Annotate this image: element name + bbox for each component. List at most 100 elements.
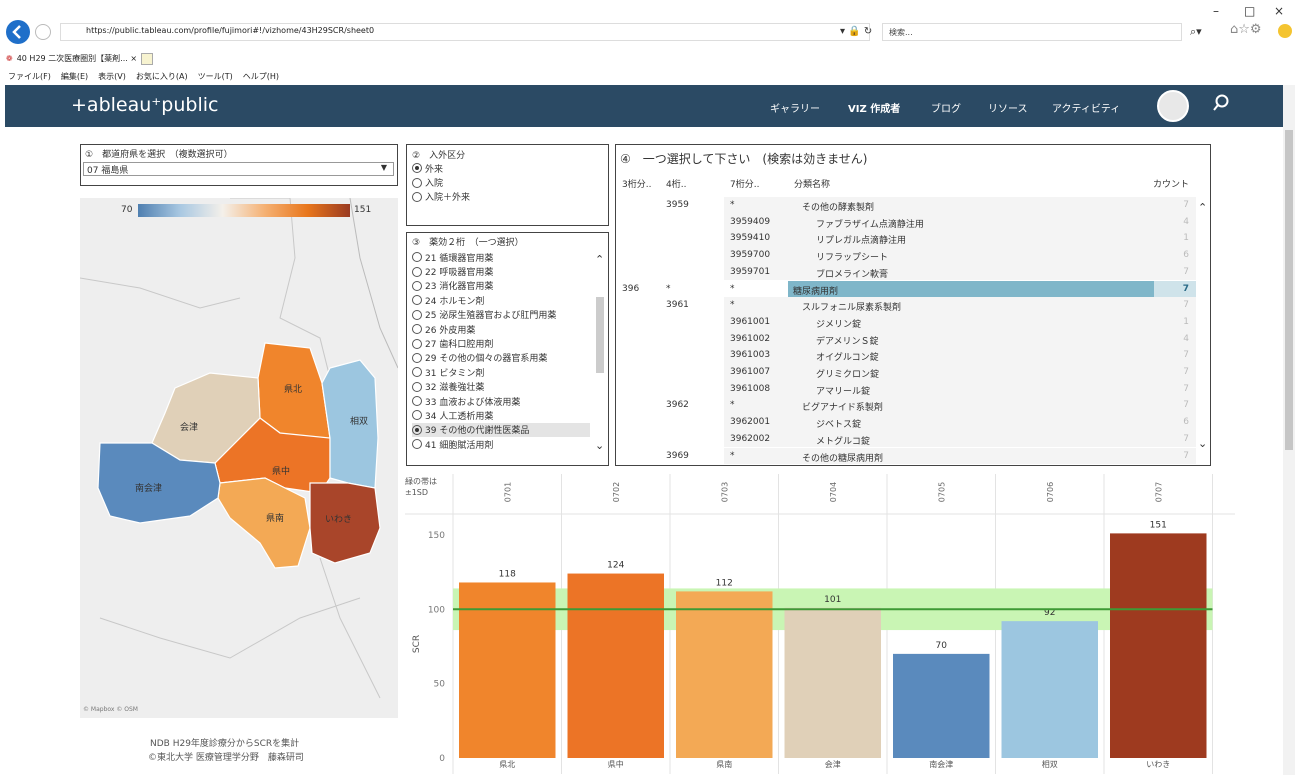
drug-efficacy-option[interactable]: 41 細胞賦活用剤: [412, 437, 590, 451]
scroll-up-icon[interactable]: ⌃: [1198, 201, 1207, 214]
menu-item[interactable]: ファイル(F): [8, 71, 51, 82]
drug-efficacy-option[interactable]: 26 外皮用薬: [412, 322, 590, 336]
drug-efficacy-option[interactable]: 23 消化器官用薬: [412, 279, 590, 293]
bar[interactable]: [784, 607, 882, 758]
radio-icon[interactable]: [412, 439, 422, 450]
drug-efficacy-option[interactable]: 32 滋養強壮薬: [412, 380, 590, 394]
in-out-option[interactable]: 入院＋外来: [412, 190, 603, 204]
col-7digit[interactable]: 7桁分..: [730, 177, 759, 190]
table-scrollbar[interactable]: ⌃ ⌄: [1196, 197, 1210, 465]
home-star-gear-icons[interactable]: ⌂☆⚙: [1230, 22, 1262, 37]
radio-icon[interactable]: [412, 191, 422, 202]
col-count[interactable]: カウント: [1153, 177, 1189, 190]
maximize-icon[interactable]: □: [1244, 4, 1255, 18]
cell-classname: 糖尿病用剤: [793, 286, 839, 297]
scroll-down-icon[interactable]: ⌄: [1198, 437, 1207, 450]
drug-efficacy-option[interactable]: 25 泌尿生殖器官および肛門用薬: [412, 308, 590, 322]
bar[interactable]: [893, 653, 990, 758]
drug-efficacy-option[interactable]: 33 血液および体液用薬: [412, 394, 590, 408]
radio-icon[interactable]: [412, 309, 422, 320]
forward-button-icon[interactable]: [35, 24, 51, 40]
table-row[interactable]: 3969 * その他の糖尿病用剤 7: [616, 447, 1196, 465]
bar[interactable]: [567, 573, 665, 758]
drug-efficacy-option[interactable]: 22 呼吸器官用薬: [412, 264, 590, 278]
table-row[interactable]: 3959410 リプレガル点滴静注用 1: [616, 230, 1196, 248]
table-row[interactable]: 3961001 ジメリン錠 1: [616, 313, 1196, 331]
tableau-header: +ableau⁺public ギャラリー VIZ 作成者 ブログ リソース アク…: [5, 85, 1283, 127]
radio-icon[interactable]: [412, 338, 422, 349]
nav-activity[interactable]: アクティビティ: [1052, 100, 1120, 115]
table-row[interactable]: 3959700 リフラップシート 6: [616, 247, 1196, 264]
scroll-up-icon[interactable]: ⌃: [595, 253, 604, 266]
col-classname[interactable]: 分類名称: [794, 177, 830, 190]
table-row[interactable]: 3961002 デアメリンＳ錠 4: [616, 330, 1196, 348]
table-row[interactable]: 3959409 ファブラザイム点滴静注用 4: [616, 213, 1196, 231]
radio-icon[interactable]: [412, 352, 422, 363]
minimize-icon[interactable]: –: [1213, 4, 1219, 18]
drug-efficacy-option[interactable]: 27 歯科口腔用剤: [412, 336, 590, 350]
table-row[interactable]: 3959701 ブロメライン軟膏 7: [616, 263, 1196, 281]
browser-search-input[interactable]: 検索...: [882, 23, 1182, 41]
scroll-thumb[interactable]: [596, 297, 604, 373]
browser-tab[interactable]: ❁ 40 H29 二次医療圏別【薬剤... ×: [6, 50, 206, 67]
menu-item[interactable]: ヘルプ(H): [243, 71, 279, 82]
radio-icon[interactable]: [412, 177, 422, 188]
radio-icon[interactable]: [412, 324, 422, 335]
col-3digit[interactable]: 3桁分..: [622, 177, 651, 190]
cell-classname: リフラップシート: [816, 253, 889, 264]
page-scrollbar-thumb[interactable]: [1285, 130, 1293, 450]
bar[interactable]: [1110, 533, 1207, 758]
radio-icon[interactable]: [412, 367, 422, 378]
avatar[interactable]: [1157, 90, 1189, 122]
tableau-public-logo[interactable]: +ableau⁺public: [71, 94, 218, 116]
bar[interactable]: [676, 591, 773, 758]
table-row[interactable]: 3961007 グリミクロン錠 7: [616, 364, 1196, 381]
search-icon[interactable]: ⌕▾: [1190, 25, 1202, 39]
table-row[interactable]: 3961003 オイグルコン錠 7: [616, 347, 1196, 364]
drug-efficacy-option[interactable]: 29 その他の個々の器官系用薬: [412, 351, 590, 365]
drug-efficacy-option[interactable]: 39 その他の代謝性医薬品: [412, 422, 590, 438]
drug-efficacy-option[interactable]: 34 人工透析用薬: [412, 408, 590, 422]
map-region[interactable]: [217, 477, 311, 569]
menu-item[interactable]: 編集(E): [61, 71, 88, 82]
radio-icon[interactable]: [412, 410, 422, 421]
table-row[interactable]: 3962001 ジベトス錠 6: [616, 414, 1196, 431]
in-out-option[interactable]: 入院: [412, 175, 603, 189]
nav-viz-authors[interactable]: VIZ 作成者: [848, 100, 900, 115]
drug-efficacy-option[interactable]: 31 ビタミン剤: [412, 365, 590, 379]
radio-icon[interactable]: [412, 396, 422, 407]
nav-resources[interactable]: リソース: [988, 100, 1028, 115]
in-out-option[interactable]: 外来: [412, 161, 603, 175]
table-row[interactable]: 3962 * ビグアナイド系製剤 7: [616, 397, 1196, 415]
radio-icon[interactable]: [412, 280, 422, 291]
nav-gallery[interactable]: ギャラリー: [770, 100, 820, 115]
close-icon[interactable]: ×: [1274, 4, 1284, 18]
radio-icon[interactable]: [412, 424, 422, 435]
menu-item[interactable]: 表示(V): [98, 71, 126, 82]
nav-blog[interactable]: ブログ: [931, 100, 961, 115]
drug-efficacy-option[interactable]: 21 循環器官用薬: [412, 250, 590, 264]
filter3-scrollbar[interactable]: ⌃ ⌄: [594, 253, 606, 461]
radio-icon[interactable]: [412, 381, 422, 392]
radio-icon[interactable]: [412, 295, 422, 306]
table-row[interactable]: 3962002 メトグルコ錠 7: [616, 430, 1196, 448]
table-row[interactable]: 3961008 アマリール錠 7: [616, 380, 1196, 398]
col-4digit[interactable]: 4桁..: [666, 177, 686, 190]
table-row[interactable]: 3959 * その他の酵素製剤 7: [616, 197, 1196, 214]
smiley-icon[interactable]: [1278, 24, 1292, 38]
refresh-icon[interactable]: ▾ 🔒 ↻: [840, 26, 872, 37]
prefecture-dropdown[interactable]: 07 福島県 ▼: [83, 162, 394, 176]
back-button-icon[interactable]: [6, 20, 30, 44]
table-row[interactable]: 3961 * スルフォニル尿素系製剤 7: [616, 297, 1196, 314]
table-row[interactable]: 396 * * 糖尿病用剤 7: [616, 280, 1196, 298]
scroll-down-icon[interactable]: ⌄: [595, 439, 604, 452]
radio-icon[interactable]: [412, 266, 422, 277]
radio-icon[interactable]: [412, 252, 422, 263]
menu-item[interactable]: お気に入り(A): [136, 71, 188, 82]
menu-item[interactable]: ツール(T): [198, 71, 233, 82]
search-icon[interactable]: [1212, 94, 1230, 112]
new-tab-icon[interactable]: [141, 52, 154, 65]
bar[interactable]: [1001, 621, 1099, 758]
drug-efficacy-option[interactable]: 24 ホルモン剤: [412, 293, 590, 307]
radio-icon[interactable]: [412, 163, 422, 174]
